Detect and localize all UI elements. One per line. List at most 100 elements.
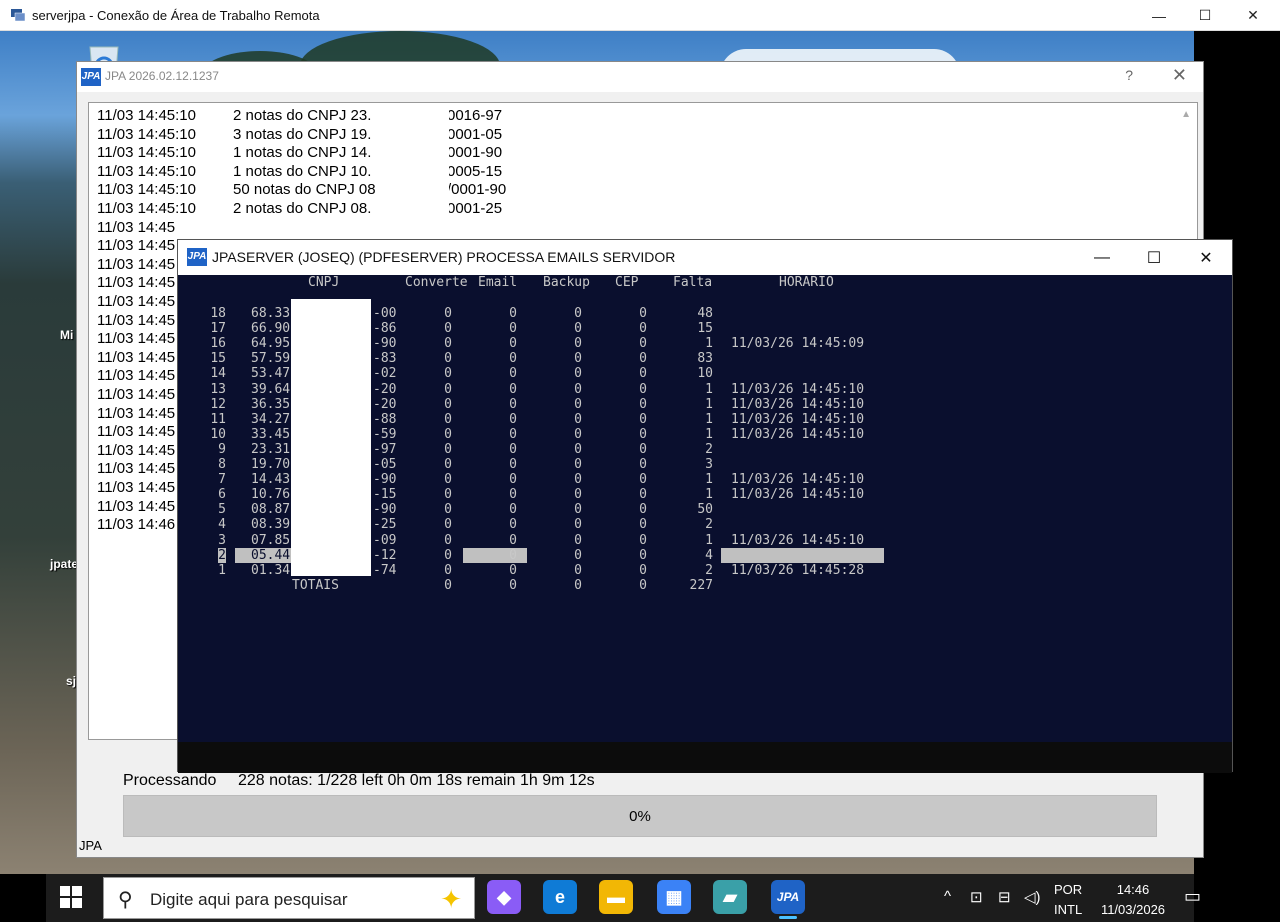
start-button[interactable] [60,886,82,908]
converte-value: 0 [444,396,452,412]
console-maximize-button[interactable]: ☐ [1128,240,1180,275]
console-body[interactable]: CNPJ Converte Email Backup CEP Falta HOR… [178,275,1232,742]
desktop-icon-label[interactable]: sj [66,674,76,688]
falta-value: 10 [697,366,713,382]
email-value: 0 [509,487,517,503]
log-time: 11/03 14:45 [97,404,176,422]
cnpj-head: 53.47 [251,366,291,382]
cnpj-tail: -20 [373,396,397,412]
app-icon[interactable]: ▰ [713,880,747,914]
email-value: 0 [509,426,517,442]
taskbar: ⚲ Digite aqui para pesquisar ✦ ◆ e ▬ ▦ ▰ JPA … [46,874,1201,922]
desktop-icon-label[interactable]: jpate [50,557,78,571]
cep-value: 0 [639,336,647,352]
backup-value: 0 [574,306,582,321]
taskbar-search[interactable]: ⚲ Digite aqui para pesquisar ✦ [103,877,475,919]
cnpj-head: 07.85 [251,532,291,548]
falta-value: 1 [705,426,713,442]
row-number: 3 [218,532,226,548]
row-number: 6 [218,487,226,503]
clock-date: 11/03/2026 [1100,902,1166,917]
cnpj-head: 33.45 [251,426,291,442]
clock-time: 14:46 [1116,882,1150,897]
network-icon[interactable]: ⊟ [998,888,1011,906]
log-time: 11/03 14:45 [97,460,176,478]
help-button[interactable]: ? [1125,67,1133,83]
store-icon[interactable]: ▦ [657,880,691,914]
jpa-close-button[interactable]: ✕ [1172,65,1187,86]
minimize-button[interactable]: — [1136,0,1182,31]
row-number: 7 [218,472,226,488]
converte-value: 0 [444,426,452,442]
converte-value: 0 [444,381,452,397]
log-time: 11/03 14:45:10 [97,144,196,162]
totals-backup: 0 [574,577,582,593]
search-icon: ⚲ [118,889,133,911]
falta-value: 2 [705,441,713,457]
falta-value: 1 [705,472,713,488]
row-number: 4 [218,517,226,533]
row-number: 16 [210,336,226,352]
email-value: 0 [509,562,517,578]
log-time: 11/03 14:45 [97,423,176,441]
log-time: 11/03 14:45 [97,479,176,496]
cep-value: 0 [639,532,647,548]
backup-value: 0 [574,351,582,367]
language-indicator[interactable]: POR INTL [1054,880,1082,920]
log-line: 11/03 14:45 [97,219,497,237]
email-value: 0 [509,547,517,563]
converte-value: 0 [444,487,452,503]
tray-overflow-icon[interactable]: ^ [944,888,951,905]
highlight-cell [721,547,884,563]
scroll-up-icon[interactable]: ▲ [1181,109,1191,120]
taskbar-clock[interactable]: 14:46 11/03/2026 [1096,880,1170,920]
desktop-icon-label[interactable]: Mi [60,328,73,342]
totals-falta: 227 [689,577,713,593]
converte-value: 0 [444,517,452,533]
jpa-titlebar[interactable]: JPA JPA 2026.02.12.1237 ? ✕ [77,62,1203,92]
row-number: 10 [210,426,226,442]
log-time: 11/03 14:45 [97,386,176,403]
cnpj-head: 08.39 [251,517,291,533]
rdp-window: serverjpa - Conexão de Área de Trabalho … [0,0,1280,922]
console-titlebar[interactable]: JPA JPASERVER (JOSEQ) (PDFESERVER) PROCE… [178,240,1232,275]
row-number: 2 [218,547,226,563]
log-time: 11/03 14:45 [97,274,176,292]
log-time: 11/03 14:45 [97,293,176,310]
backup-value: 0 [574,547,582,563]
cep-value: 0 [639,366,647,382]
row-number: 5 [218,502,226,518]
falta-value: 1 [705,532,713,548]
cnpj-head: 19.70 [251,457,291,472]
file-explorer-icon[interactable]: ▬ [599,880,633,914]
edge-icon[interactable]: e [543,880,577,914]
log-cnpj-tail: 0005-15 [447,162,503,180]
row-number: 18 [210,306,226,321]
converte-value: 0 [444,502,452,518]
maximize-button[interactable]: ☐ [1182,0,1228,31]
console-close-button[interactable]: ✕ [1180,240,1232,275]
log-cnpj-tail: 0001-90 [447,144,503,162]
header-cep: CEP [615,275,639,290]
cnpj-head: 05.44 [251,547,291,563]
totals-converte: 0 [444,577,452,593]
converte-value: 0 [444,457,452,472]
cnpj-head: 64.95 [251,336,291,352]
falta-value: 2 [705,562,713,578]
copilot-icon[interactable]: ◆ [487,880,521,914]
rdp-titlebar[interactable]: serverjpa - Conexão de Área de Trabalho … [0,0,1280,31]
meet-icon[interactable]: ⊡ [970,888,983,906]
close-button[interactable]: ✕ [1230,0,1276,31]
cnpj-tail: -15 [373,487,397,503]
falta-value: 1 [705,487,713,503]
notification-icon[interactable]: ▭ [1184,886,1201,907]
email-value: 0 [509,457,517,472]
horario-value: 11/03/26 14:45:10 [731,426,865,442]
cnpj-tail: -83 [373,351,397,367]
cnpj-tail: -74 [373,562,397,578]
volume-icon[interactable]: ◁) [1024,888,1041,906]
backup-value: 0 [574,336,582,352]
console-minimize-button[interactable]: — [1076,240,1128,275]
jpa-icon[interactable]: JPA [771,880,805,919]
cep-value: 0 [639,547,647,563]
